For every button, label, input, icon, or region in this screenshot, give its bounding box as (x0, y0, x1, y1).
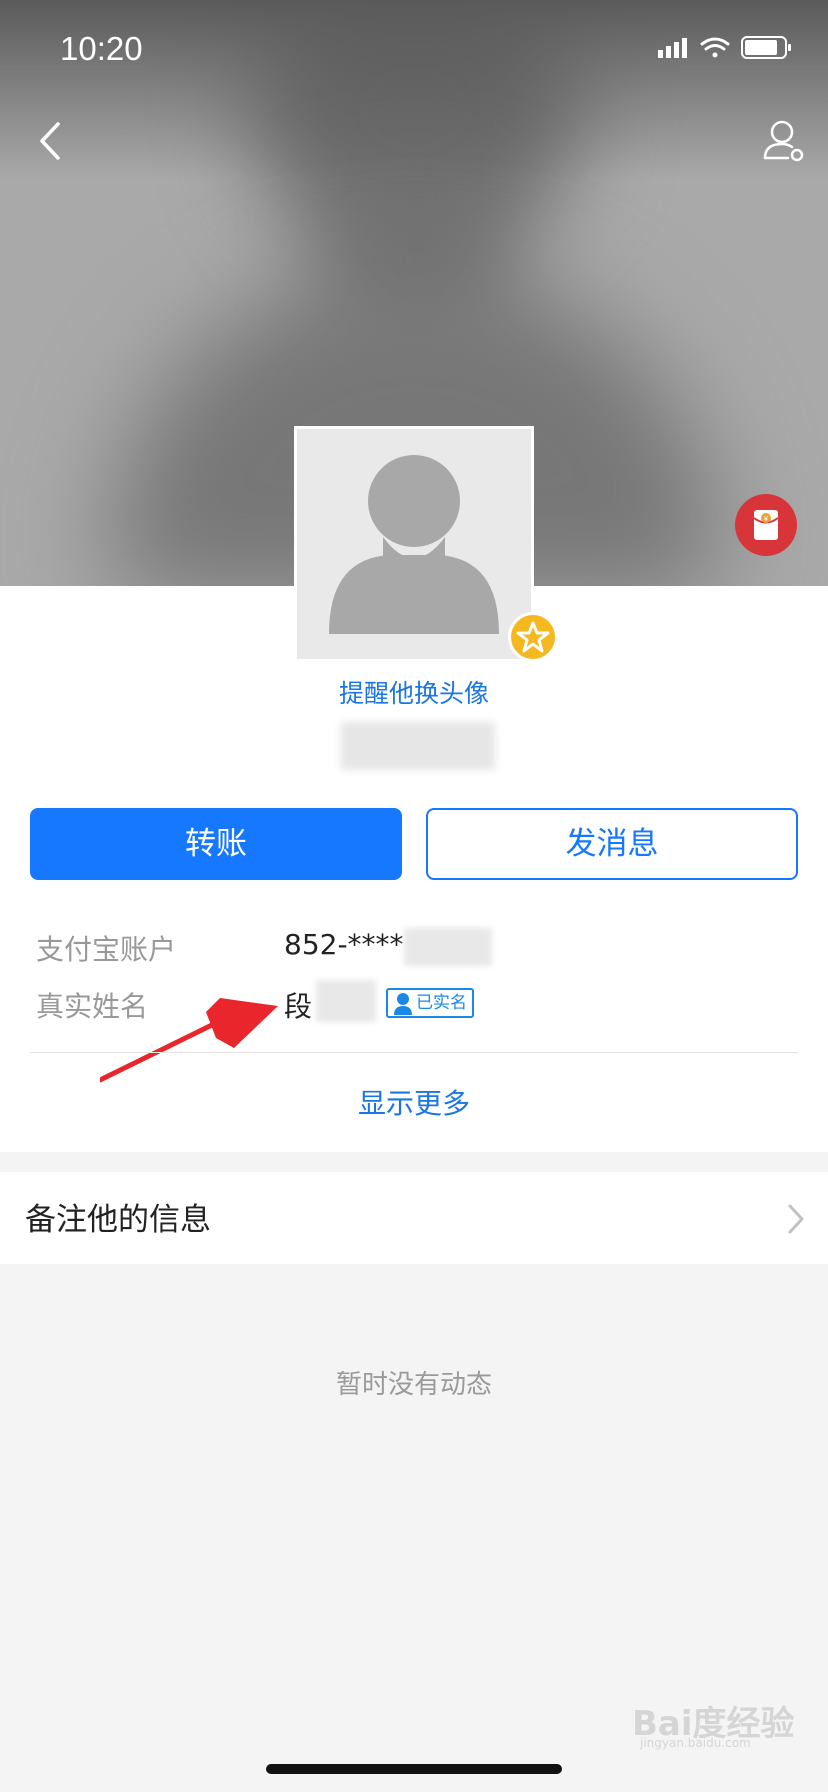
account-value-blurred (404, 928, 492, 966)
remind-avatar-link[interactable]: 提醒他换头像 (0, 674, 828, 710)
empty-state: 暂时没有动态 (335, 1370, 492, 1400)
back-icon (40, 122, 60, 160)
annotation-arrow (100, 998, 278, 1083)
verified-label: 已实名 (416, 993, 467, 1013)
status-icons (658, 34, 798, 68)
account-value: 852-**** (284, 928, 404, 961)
verified-badge: 已实名 (386, 988, 474, 1018)
wifi-icon (700, 37, 730, 58)
watermark-sub: jingyan.baidu.com (640, 1736, 751, 1750)
battery-icon (741, 36, 791, 59)
signal-icon (658, 38, 687, 58)
status-bar: 10:20 (0, 30, 828, 70)
status-time: 10:20 (60, 30, 143, 67)
nickname-blurred (341, 722, 495, 770)
star-badge-icon (516, 621, 550, 653)
send-message-button[interactable]: 发消息 (426, 808, 798, 880)
account-label: 支付宝账户 (36, 933, 177, 966)
red-packet-button[interactable]: ¥ (735, 494, 797, 556)
default-avatar-icon (329, 455, 499, 634)
note-info-row[interactable]: 备注他的信息 (0, 1172, 828, 1264)
red-packet-icon: ¥ (753, 510, 779, 540)
avatar[interactable] (294, 426, 534, 662)
profile-settings-button[interactable] (762, 118, 806, 164)
home-indicator[interactable] (266, 1764, 562, 1774)
profile-settings-icon (763, 120, 804, 162)
cover-shade (0, 0, 828, 180)
note-info-label: 备注他的信息 (25, 1202, 211, 1238)
realname-value-blurred (316, 980, 376, 1022)
show-more-link[interactable]: 显示更多 (0, 1082, 828, 1122)
svg-text:¥: ¥ (764, 515, 769, 523)
verified-icon (394, 993, 412, 1015)
back-button[interactable] (34, 118, 70, 164)
chevron-right-icon (788, 1204, 804, 1234)
star-badge (508, 612, 558, 662)
divider (30, 1052, 798, 1053)
transfer-button[interactable]: 转账 (30, 808, 402, 880)
